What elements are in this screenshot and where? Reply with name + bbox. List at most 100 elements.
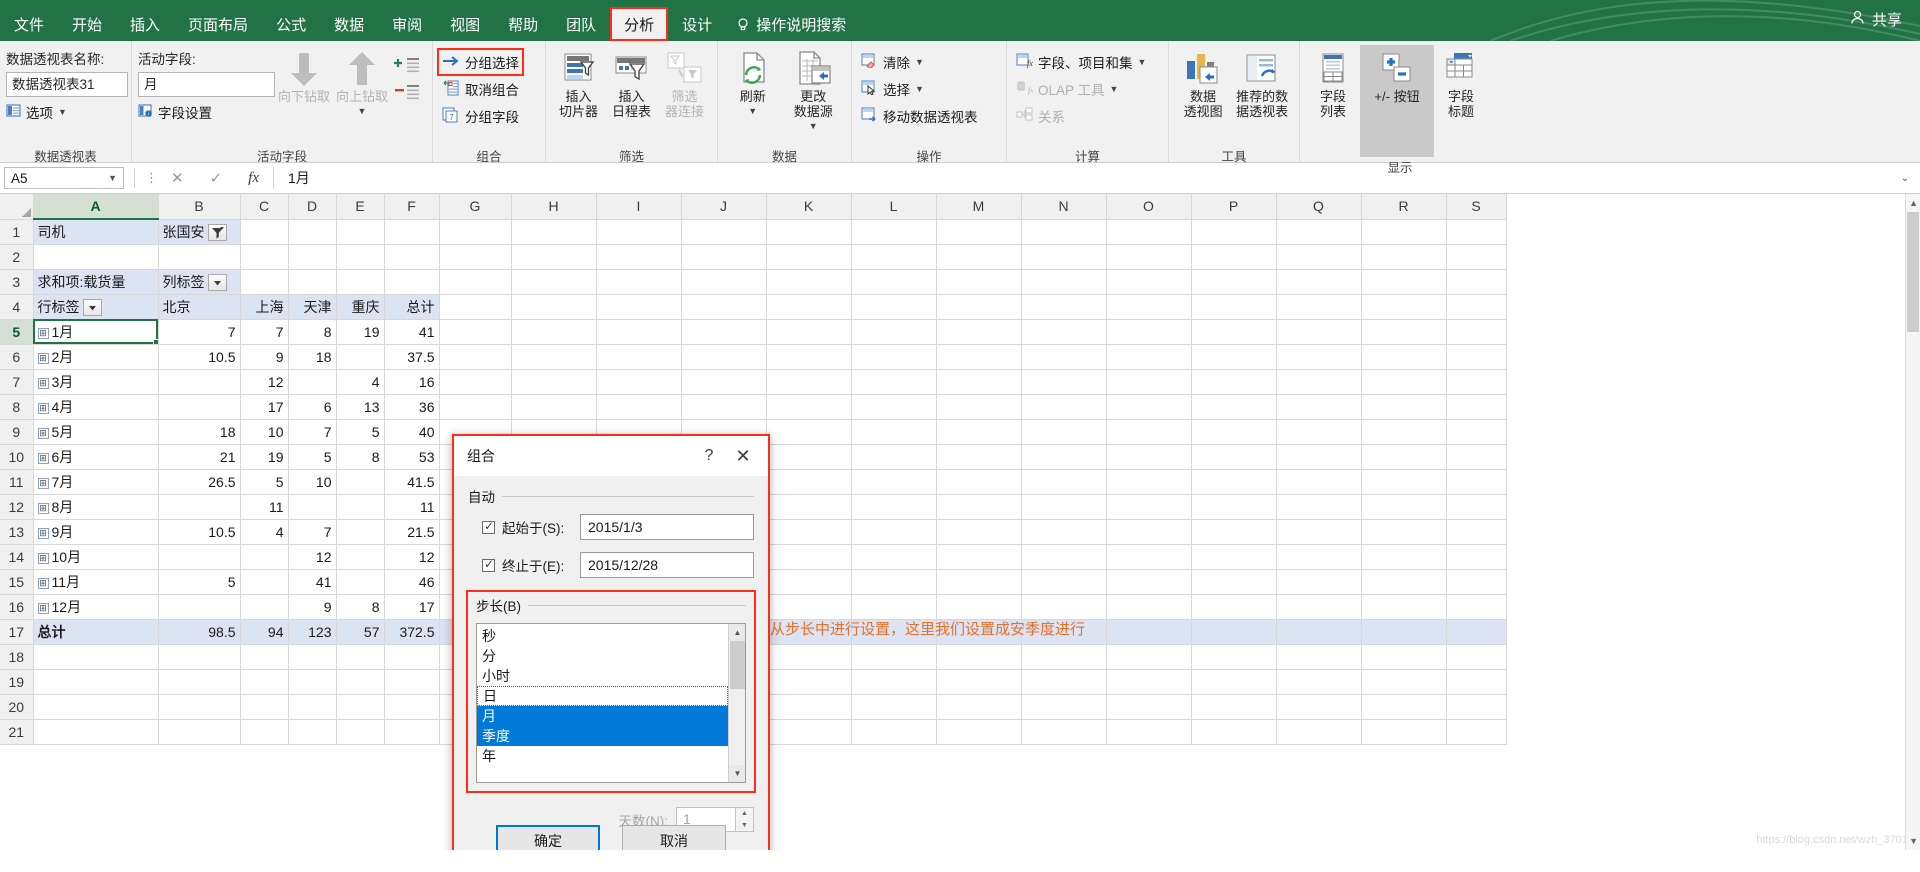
- cell-O15[interactable]: [1106, 569, 1192, 595]
- cell-S3[interactable]: [1446, 269, 1507, 295]
- cell-K14[interactable]: [766, 544, 852, 570]
- cell-M7[interactable]: [936, 369, 1022, 395]
- cell-B14[interactable]: [158, 544, 241, 570]
- cell-K16[interactable]: [766, 594, 852, 620]
- cell-L1[interactable]: [851, 219, 937, 245]
- cell-E1[interactable]: [336, 219, 385, 245]
- select-button[interactable]: 选择 ▼: [858, 77, 981, 101]
- tab-team[interactable]: 团队: [552, 7, 610, 41]
- cell-R8[interactable]: [1361, 394, 1447, 420]
- cell-B12[interactable]: [158, 494, 241, 520]
- cell-B13[interactable]: 10.5: [158, 519, 241, 545]
- cell-O16[interactable]: [1106, 594, 1192, 620]
- cell-O18[interactable]: [1106, 644, 1192, 670]
- cell-N4[interactable]: [1021, 294, 1107, 320]
- cell-M3[interactable]: [936, 269, 1022, 295]
- cell-Q6[interactable]: [1276, 344, 1362, 370]
- cell-L4[interactable]: [851, 294, 937, 320]
- cell-F17[interactable]: 372.5: [384, 618, 440, 645]
- chevron-down-icon[interactable]: ▼: [1110, 84, 1119, 94]
- close-icon[interactable]: ✕: [724, 447, 762, 465]
- cell-L9[interactable]: [851, 419, 937, 445]
- cell-L5[interactable]: [851, 319, 937, 345]
- cell-J4[interactable]: [681, 294, 767, 320]
- cell-M11[interactable]: [936, 469, 1022, 495]
- chevron-down-icon[interactable]: ▼: [358, 104, 367, 119]
- row-header-20[interactable]: 20: [0, 694, 34, 720]
- dropdown-arrow-icon[interactable]: [207, 274, 227, 292]
- cell-D13[interactable]: 7: [288, 519, 337, 545]
- drill-down-button[interactable]: 向下钻取: [275, 45, 333, 104]
- cell-F2[interactable]: [384, 244, 440, 270]
- row-header-17[interactable]: 17: [0, 619, 34, 645]
- cell-I4[interactable]: [596, 294, 682, 320]
- cell-Q18[interactable]: [1276, 644, 1362, 670]
- expand-icon[interactable]: ⊞: [37, 602, 49, 614]
- share-button[interactable]: 共享: [1850, 9, 1902, 30]
- cell-E3[interactable]: [336, 269, 385, 295]
- cell-P5[interactable]: [1191, 319, 1277, 345]
- cell-S1[interactable]: [1446, 219, 1507, 245]
- cell-R12[interactable]: [1361, 494, 1447, 520]
- cell-C16[interactable]: [240, 594, 289, 620]
- step-option-4[interactable]: 月: [477, 706, 728, 726]
- column-header-E[interactable]: E: [336, 194, 385, 220]
- row-header-12[interactable]: 12: [0, 494, 34, 520]
- dropdown-arrow-icon[interactable]: [82, 299, 102, 317]
- expand-icon[interactable]: ⊞: [37, 377, 49, 389]
- cell-Q12[interactable]: [1276, 494, 1362, 520]
- chevron-down-icon[interactable]: ▼: [809, 119, 818, 134]
- cell-N16[interactable]: [1021, 594, 1107, 620]
- cell-F18[interactable]: [384, 644, 440, 670]
- cell-N8[interactable]: [1021, 394, 1107, 420]
- cell-D21[interactable]: [288, 719, 337, 745]
- tab-formulas[interactable]: 公式: [262, 7, 320, 41]
- cell-M13[interactable]: [936, 519, 1022, 545]
- cell-P7[interactable]: [1191, 369, 1277, 395]
- column-header-C[interactable]: C: [240, 194, 289, 220]
- cell-Q5[interactable]: [1276, 319, 1362, 345]
- cell-A5[interactable]: ⊞ 1月: [33, 319, 159, 345]
- cell-E18[interactable]: [336, 644, 385, 670]
- cell-E21[interactable]: [336, 719, 385, 745]
- cell-E20[interactable]: [336, 694, 385, 720]
- cell-F16[interactable]: 17: [384, 594, 440, 620]
- cell-P18[interactable]: [1191, 644, 1277, 670]
- cell-A16[interactable]: ⊞ 12月: [33, 594, 159, 620]
- cell-L3[interactable]: [851, 269, 937, 295]
- cell-G1[interactable]: [439, 219, 512, 245]
- collapse-field-button[interactable]: [391, 80, 423, 104]
- cell-L13[interactable]: [851, 519, 937, 545]
- cancel-button[interactable]: 取消: [622, 825, 726, 850]
- cell-B6[interactable]: 10.5: [158, 344, 241, 370]
- pivot-chart-button[interactable]: 数据 透视图: [1175, 45, 1231, 119]
- cell-P19[interactable]: [1191, 669, 1277, 695]
- cell-B3[interactable]: 列标签: [158, 269, 241, 295]
- cell-D20[interactable]: [288, 694, 337, 720]
- cell-P8[interactable]: [1191, 394, 1277, 420]
- cell-R14[interactable]: [1361, 544, 1447, 570]
- cell-O13[interactable]: [1106, 519, 1192, 545]
- cell-P4[interactable]: [1191, 294, 1277, 320]
- cell-D9[interactable]: 7: [288, 419, 337, 445]
- cell-H3[interactable]: [511, 269, 597, 295]
- cell-O9[interactable]: [1106, 419, 1192, 445]
- cell-L16[interactable]: [851, 594, 937, 620]
- row-header-11[interactable]: 11: [0, 469, 34, 495]
- expand-field-button[interactable]: [391, 53, 423, 77]
- expand-icon[interactable]: ⊞: [37, 452, 49, 464]
- cell-N19[interactable]: [1021, 669, 1107, 695]
- cell-R7[interactable]: [1361, 369, 1447, 395]
- cell-G4[interactable]: [439, 294, 512, 320]
- cell-A18[interactable]: [33, 644, 159, 670]
- column-header-S[interactable]: S: [1446, 194, 1507, 220]
- cell-R1[interactable]: [1361, 219, 1447, 245]
- cell-F12[interactable]: 11: [384, 494, 440, 520]
- cell-D19[interactable]: [288, 669, 337, 695]
- cell-A2[interactable]: [33, 244, 159, 270]
- expand-icon[interactable]: ⊞: [37, 527, 49, 539]
- row-header-10[interactable]: 10: [0, 444, 34, 470]
- cell-E2[interactable]: [336, 244, 385, 270]
- step-option-1[interactable]: 分: [477, 646, 728, 666]
- start-at-checkbox[interactable]: [482, 519, 495, 534]
